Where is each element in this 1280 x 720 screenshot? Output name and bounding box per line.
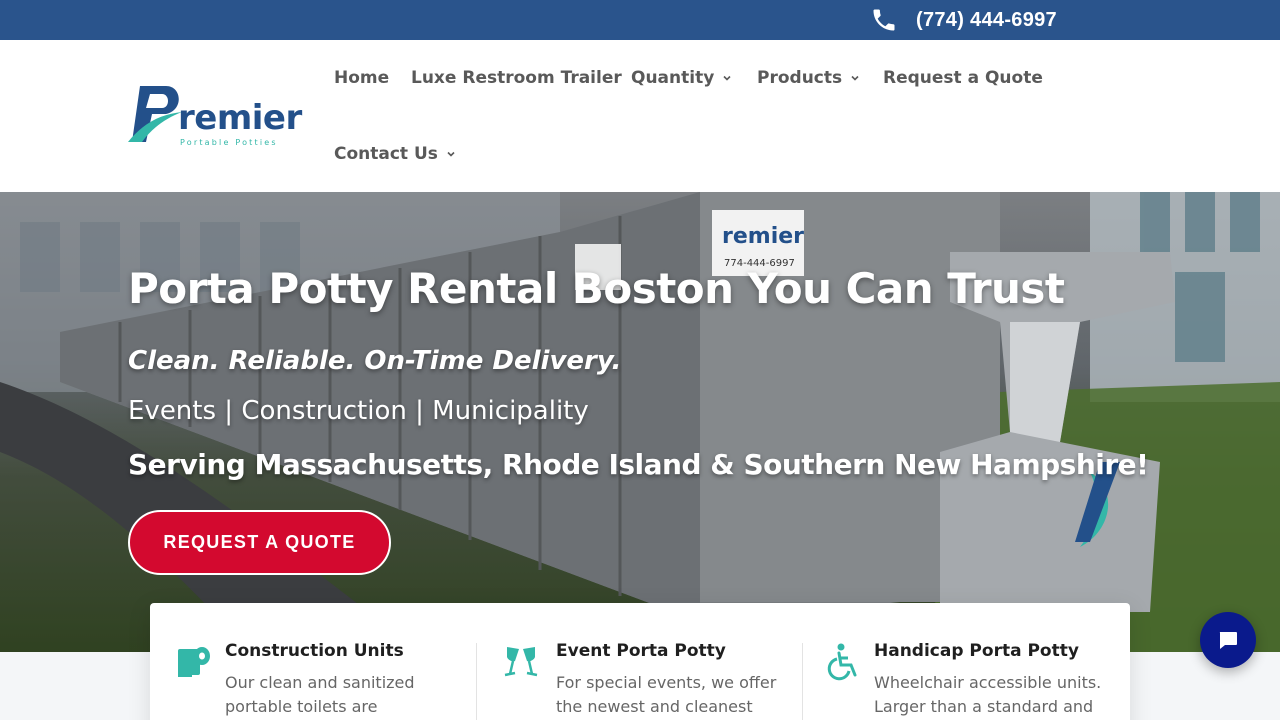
card-title: Event Porta Potty xyxy=(556,641,726,661)
chat-bubble-icon xyxy=(1219,632,1237,649)
hero-tagline: Clean. Reliable. On-Time Delivery. xyxy=(128,346,622,376)
logo[interactable]: remier Portable Potties xyxy=(126,84,311,150)
nav-quantity-label: Quantity xyxy=(631,68,715,88)
nav-contact-us[interactable]: Contact Us xyxy=(334,141,456,167)
request-quote-button[interactable]: REQUEST A QUOTE xyxy=(128,510,391,575)
hero-banner: remier 774-444-6997 Porta Potty Rental B… xyxy=(0,192,1280,652)
site-header: remier Portable Potties Home Luxe Restro… xyxy=(0,40,1280,192)
nav-luxe-restroom-trailer[interactable]: Luxe Restroom Trailer xyxy=(411,65,622,91)
logo-wordmark: remier xyxy=(178,98,302,138)
nav-contact-label: Contact Us xyxy=(334,144,438,164)
card-event-porta-potty[interactable]: Event Porta Potty For special events, we… xyxy=(477,603,803,720)
nav-products[interactable]: Products xyxy=(757,65,860,91)
logo-mark xyxy=(128,86,182,142)
unit-label: remier xyxy=(722,224,805,249)
nav-request-quote[interactable]: Request a Quote xyxy=(883,65,1043,91)
card-text: Our clean and sanitized portable toilets… xyxy=(225,673,415,716)
card-title: Construction Units xyxy=(225,641,404,661)
chevron-down-icon xyxy=(851,75,859,81)
nav-quantity[interactable]: Quantity xyxy=(631,65,732,91)
hero-service-area: Serving Massachusetts, Rhode Island & So… xyxy=(128,448,1149,481)
top-bar: (774) 444-6997 xyxy=(0,0,1280,40)
feature-cards: Construction Units Our clean and sanitiz… xyxy=(150,603,1130,720)
card-handicap-porta-potty[interactable]: Handicap Porta Potty Wheelchair accessib… xyxy=(803,603,1130,720)
card-text: Wheelchair accessible units. Larger than… xyxy=(874,673,1102,716)
chevron-down-icon xyxy=(447,151,455,157)
logo-tagline: Portable Potties xyxy=(180,138,278,147)
phone-number: (774) 444-6997 xyxy=(916,8,1057,31)
nav-request-label: Request a Quote xyxy=(883,68,1043,88)
hero-title: Porta Potty Rental Boston You Can Trust xyxy=(128,264,1065,313)
toilet-paper-icon xyxy=(178,647,210,677)
nav-luxe-label: Luxe Restroom Trailer xyxy=(411,68,622,88)
nav-products-label: Products xyxy=(757,68,843,88)
card-text: For special events, we offer the newest … xyxy=(556,673,777,716)
hero-segments: Events | Construction | Municipality xyxy=(128,396,589,426)
chat-button[interactable] xyxy=(1200,612,1256,668)
wheelchair-icon xyxy=(827,643,857,681)
phone-icon xyxy=(873,9,895,31)
nav-home-label: Home xyxy=(334,68,390,88)
phone-link[interactable]: (774) 444-6997 xyxy=(870,5,1057,35)
champagne-glasses-icon xyxy=(504,647,538,677)
nav-home[interactable]: Home xyxy=(334,65,389,91)
card-title: Handicap Porta Potty xyxy=(874,641,1079,661)
card-construction-units[interactable]: Construction Units Our clean and sanitiz… xyxy=(150,603,476,720)
chevron-down-icon xyxy=(723,75,731,81)
